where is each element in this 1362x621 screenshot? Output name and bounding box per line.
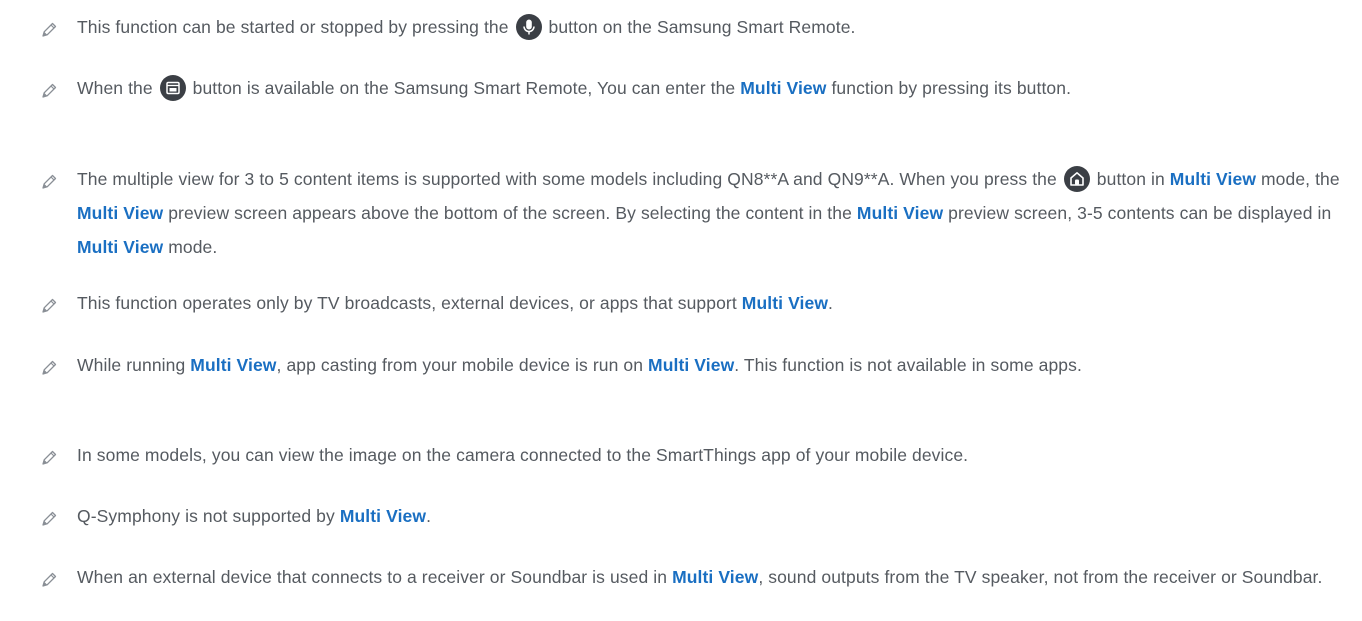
note-text-segment: This function operates only by TV broadc… [77, 293, 742, 313]
note-text-segment: button is available on the Samsung Smart… [187, 78, 741, 98]
note-text-segment: This function can be started or stopped … [77, 17, 514, 37]
note-text-segment: When the [77, 78, 158, 98]
note-text-segment: function by pressing its button. [826, 78, 1072, 98]
note-text: In some models, you can view the image o… [77, 438, 1342, 472]
note-item-7: Q-Symphony is not supported by Multi Vie… [40, 499, 1342, 533]
pencil-icon [40, 21, 58, 39]
note-text-segment: , app casting from your mobile device is… [276, 355, 649, 375]
note-text: While running Multi View, app casting fr… [77, 348, 1342, 382]
note-text: When an external device that connects to… [77, 560, 1342, 594]
note-item-6: In some models, you can view the image o… [40, 438, 1342, 472]
note-item-1: This function can be started or stopped … [40, 10, 1342, 44]
note-text-segment: . This function is not available in some… [734, 355, 1082, 375]
note-text-segment: button in [1091, 169, 1170, 189]
note-text: This function operates only by TV broadc… [77, 286, 1342, 320]
note-text-segment: mode. [163, 237, 218, 257]
microphone-icon [515, 14, 542, 40]
note-item-3: The multiple view for 3 to 5 content ite… [40, 162, 1342, 264]
multi-view-term: Multi View [77, 237, 164, 257]
pencil-icon [40, 510, 58, 528]
pencil-icon [40, 297, 58, 315]
note-text-segment: . [828, 293, 834, 313]
note-item-8: When an external device that connects to… [40, 560, 1342, 594]
note-text-segment: , sound outputs from the TV speaker, not… [758, 567, 1323, 587]
multi-view-term: Multi View [339, 506, 427, 526]
multi-view-term: Multi View [77, 203, 164, 223]
pencil-icon [40, 173, 58, 191]
multi-view-icon [159, 75, 186, 101]
multi-view-term: Multi View [648, 355, 735, 375]
note-text-segment: In some models, you can view the image o… [77, 445, 969, 465]
note-text-segment: Q-Symphony is not supported by [77, 506, 340, 526]
note-item-4: This function operates only by TV broadc… [40, 286, 1342, 320]
note-text-segment: The multiple view for 3 to 5 content ite… [77, 169, 1062, 189]
note-text-segment: When an external device that connects to… [77, 567, 673, 587]
note-text-segment: . [426, 506, 432, 526]
multi-view-term: Multi View [856, 203, 944, 223]
note-text-segment: preview screen, 3-5 contents can be disp… [943, 203, 1332, 223]
pencil-icon [40, 449, 58, 467]
pencil-icon [40, 571, 58, 589]
note-text: This function can be started or stopped … [77, 10, 1342, 44]
pencil-icon [40, 359, 58, 377]
multi-view-term: Multi View [672, 567, 759, 587]
multi-view-term: Multi View [190, 355, 277, 375]
notes-list: This function can be started or stopped … [0, 0, 1362, 621]
note-text-segment: mode, the [1256, 169, 1340, 189]
multi-view-term: Multi View [740, 78, 827, 98]
note-text: The multiple view for 3 to 5 content ite… [77, 162, 1342, 264]
multi-view-term: Multi View [741, 293, 829, 313]
note-text-segment: button on the Samsung Smart Remote. [543, 17, 856, 37]
note-text: When the button is available on the Sams… [77, 71, 1342, 105]
note-item-2: When the button is available on the Sams… [40, 71, 1342, 105]
multi-view-term: Multi View [1169, 169, 1257, 189]
note-text: Q-Symphony is not supported by Multi Vie… [77, 499, 1342, 533]
note-text-segment: While running [77, 355, 191, 375]
home-icon [1063, 166, 1090, 192]
pencil-icon [40, 82, 58, 100]
note-text-segment: preview screen appears above the bottom … [163, 203, 857, 223]
note-item-5: While running Multi View, app casting fr… [40, 348, 1342, 382]
